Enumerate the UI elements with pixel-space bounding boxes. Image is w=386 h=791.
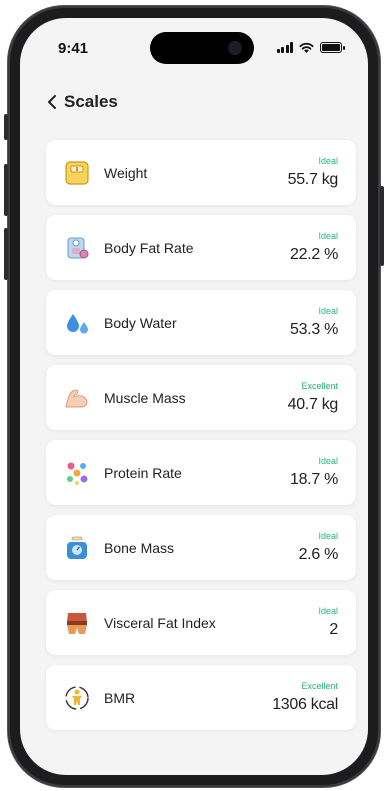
metric-card-muscle-mass[interactable]: Muscle Mass Excellent 40.7 kg [46,365,356,430]
metric-status: Ideal [318,231,338,241]
body-fat-icon [62,233,92,263]
metric-name: Body Water [104,314,177,331]
metric-card-body-fat-rate[interactable]: Body Fat Rate Ideal 22.2 % [46,215,356,280]
metric-card-body-water[interactable]: Body Water Ideal 53.3 % [46,290,356,355]
metric-name: Body Fat Rate [104,239,194,256]
bone-scale-icon [62,533,92,563]
metric-status: Ideal [318,306,338,316]
metric-value: 18.7 % [289,471,338,488]
chevron-left-icon[interactable] [44,94,60,110]
muscle-arm-icon [62,383,92,413]
water-drops-icon [62,308,92,338]
battery-icon [320,42,345,53]
metric-status: Excellent [301,681,338,691]
power-button [380,186,384,266]
metric-card-weight[interactable]: Weight Ideal 55.7 kg [46,140,356,205]
back-button-label[interactable]: Scales [64,92,118,112]
metric-value: 22.2 % [289,246,338,263]
status-icons [276,42,345,53]
metric-value: 55.7 kg [287,171,339,188]
metric-card-visceral-fat-index[interactable]: Visceral Fat Index Ideal 2 [46,590,356,655]
metric-card-bmr[interactable]: BMR Excellent 1306 kcal [46,665,356,730]
screen: 9:41 Scales Weight Ideal 55.7 kg Body Fa… [20,18,368,775]
metric-status: Excellent [301,381,338,391]
bmr-body-icon [62,683,92,713]
status-time: 9:41 [58,40,89,57]
phone-frame: 9:41 Scales Weight Ideal 55.7 kg Body Fa… [4,6,384,787]
signal-icon [276,42,293,53]
metric-name: Bone Mass [104,539,175,556]
metric-status: Ideal [318,456,338,466]
wifi-icon [299,42,314,53]
metric-value: 40.7 kg [287,396,339,413]
metric-value: 2 [329,621,338,638]
metric-status: Ideal [318,531,338,541]
nav-bar: Scales [20,78,368,126]
metric-name: Muscle Mass [104,389,186,406]
visceral-fat-icon [62,608,92,638]
status-bar: 9:41 [20,18,368,78]
volume-down-button [4,228,8,280]
metric-status: Ideal [318,156,338,166]
metric-value: 1306 kcal [272,696,338,713]
metric-card-bone-mass[interactable]: Bone Mass Ideal 2.6 % [46,515,356,580]
dynamic-island [150,32,254,64]
metric-value: 53.3 % [289,321,338,338]
metric-value: 2.6 % [298,546,339,563]
metric-status: Ideal [318,606,338,616]
metric-name: Weight [104,164,148,181]
metric-name: Visceral Fat Index [104,614,216,631]
volume-up-button [4,164,8,216]
metric-name: BMR [104,689,136,706]
metrics-list: Weight Ideal 55.7 kg Body Fat Rate Ideal… [46,140,356,730]
mute-switch [4,114,8,140]
protein-molecule-icon [62,458,92,488]
metric-name: Protein Rate [104,464,182,481]
metric-card-protein-rate[interactable]: Protein Rate Ideal 18.7 % [46,440,356,505]
scale-icon [62,158,92,188]
